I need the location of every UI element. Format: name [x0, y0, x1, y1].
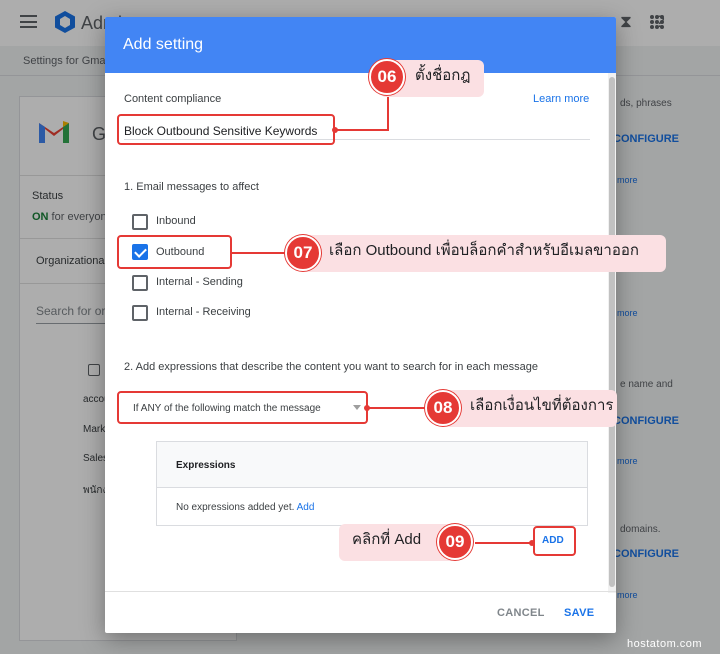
expressions-empty-text: No expressions added yet. Add: [176, 502, 315, 513]
checkbox-label: Internal - Receiving: [156, 306, 251, 318]
annotation-07-badge: 07: [285, 235, 321, 271]
section-title: Content compliance: [124, 93, 222, 105]
highlight-box: [117, 114, 335, 145]
highlight-box: [533, 526, 576, 556]
checkbox-label: Internal - Sending: [156, 276, 243, 288]
annotation-connector: [231, 252, 291, 254]
expressions-header: Expressions: [176, 460, 236, 471]
annotation-06-badge: 06: [369, 59, 405, 95]
annotation-09-badge: 09: [437, 524, 473, 560]
annotation-08-label: เลือกเงื่อนไขที่ต้องการ: [440, 390, 617, 427]
annotation-connector: [368, 407, 428, 409]
expressions-table: Expressions No expressions added yet. Ad…: [156, 441, 588, 526]
dialog-header: Add setting: [105, 17, 616, 73]
highlight-box: [117, 235, 232, 269]
cancel-button[interactable]: CANCEL: [497, 607, 545, 619]
annotation-07-label: เลือก Outbound เพื่อบล็อกคำสำหรับอีเมลขา…: [300, 235, 666, 272]
divider: [105, 591, 616, 592]
save-button[interactable]: SAVE: [564, 607, 594, 619]
annotation-connector: [387, 94, 389, 131]
annotation-connector: [475, 542, 533, 544]
table-header: Expressions: [157, 442, 587, 488]
learn-more-link[interactable]: Learn more: [533, 93, 589, 105]
dialog-title: Add setting: [123, 36, 204, 53]
scrollbar-thumb[interactable]: [609, 77, 615, 587]
inbound-checkbox[interactable]: [132, 214, 148, 230]
watermark: hostatom.com: [627, 638, 703, 650]
section2-title: 2. Add expressions that describe the con…: [124, 361, 538, 373]
section1-title: 1. Email messages to affect: [124, 181, 259, 193]
internal-receiving-checkbox[interactable]: [132, 305, 148, 321]
add-expression-link[interactable]: Add: [297, 502, 315, 513]
annotation-dot: [529, 540, 535, 546]
annotation-connector: [336, 129, 389, 131]
internal-sending-checkbox[interactable]: [132, 275, 148, 291]
checkbox-label: Inbound: [156, 215, 196, 227]
annotation-08-badge: 08: [425, 390, 461, 426]
highlight-box: [117, 391, 368, 424]
